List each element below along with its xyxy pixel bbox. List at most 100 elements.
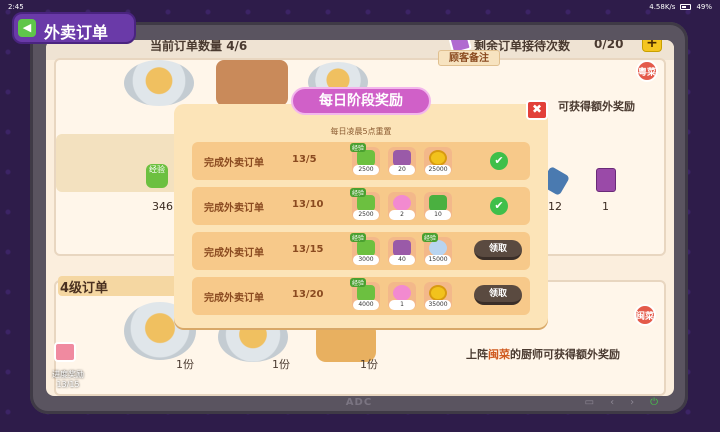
reward-exp: 经验 4000 (350, 278, 380, 310)
battery-icon (680, 4, 692, 10)
current-orders-label: 当前订单数量 (150, 40, 223, 53)
title-tab: ◀ 外卖订单 (12, 12, 136, 44)
daily-reward-modal: 每日阶段奖励 ✖ 每日凌晨5点重置 完成外卖订单 13/5 经验 2500 20 … (174, 87, 548, 328)
cuisine-tag-bottom: 闽菜 (634, 304, 656, 326)
reward-exp: 经验 2500 (350, 188, 380, 220)
reward-count: 2 (389, 210, 415, 220)
cash-icon (429, 195, 447, 211)
customer-note-label: 顾客备注 (438, 50, 500, 66)
bg-value-1: 1 (602, 200, 609, 213)
exp-icon (357, 150, 375, 166)
exp-icon (357, 285, 375, 301)
close-button[interactable]: ✖ (526, 100, 548, 120)
exp-tag: 经验 (350, 143, 367, 152)
status-right: 4.58K/s 49% (649, 3, 712, 11)
tablet-nav: ▭ ‹ › ⏻ (585, 397, 658, 408)
claim-button[interactable]: 领取 (474, 285, 522, 305)
reward-candy: 2 (388, 192, 416, 220)
status-network: 4.58K/s (649, 3, 676, 11)
reward-count: 40 (389, 255, 415, 265)
reward-count: 1 (389, 300, 415, 310)
bg-exp-badge: 经验 (146, 164, 168, 188)
reward-count: 2500 (353, 210, 379, 220)
claim-button[interactable]: 领取 (474, 240, 522, 260)
reward-count: 10 (425, 210, 451, 220)
row-task: 完成外卖订单 (204, 293, 264, 304)
page-title: 外卖订单 (44, 23, 109, 42)
note-bottom: 上阵闽菜的厨师可获得额外奖励 (466, 346, 620, 362)
portion-1: 1份 (176, 358, 194, 371)
gift-icon (54, 342, 76, 362)
reward-count: 25000 (425, 165, 451, 175)
reward-book: 20 (388, 147, 416, 175)
modal-subtitle: 每日凌晨5点重置 (330, 127, 392, 136)
reward-cash: 10 (424, 192, 452, 220)
reward-exp: 经验 2500 (350, 143, 380, 175)
bg-value-12: 12 (548, 200, 562, 213)
reward-book: 40 (388, 237, 416, 265)
coin-icon (429, 285, 447, 301)
row-progress: 13/10 (292, 199, 324, 210)
exp-tag: 经验 (350, 233, 367, 242)
note-bottom-suffix: 的厨师可获得额外奖励 (510, 348, 620, 361)
nav-forward-icon[interactable]: › (630, 397, 634, 408)
reward-row-4: 完成外卖订单 13/20 经验 4000 1 35000 领取 (192, 277, 530, 315)
candy-icon (393, 285, 411, 301)
exp-icon (357, 240, 375, 256)
note-top: 可获得额外奖励 (558, 100, 635, 113)
power-icon[interactable]: ⏻ (650, 397, 658, 408)
claimed-check-icon: ✔ (490, 152, 508, 170)
reward-count: 15000 (425, 255, 451, 265)
row-task: 完成外卖订单 (204, 248, 264, 259)
reward-cloud-exp: 经验 15000 (422, 233, 452, 265)
row-progress: 13/5 (292, 154, 317, 165)
modal-title: 每日阶段奖励 (291, 87, 431, 115)
note-bottom-prefix: 上阵 (466, 348, 488, 361)
top-bar (46, 40, 674, 60)
reward-coin: 35000 (424, 282, 452, 310)
book-icon (596, 168, 616, 192)
cuisine-tag-top: 粤菜 (636, 60, 658, 82)
exp-tag: 经验 (350, 188, 367, 197)
reward-coin: 25000 (424, 147, 452, 175)
reward-count: 4000 (353, 300, 379, 310)
note-bottom-highlight: 闽菜 (488, 348, 510, 361)
reward-row-3: 完成外卖订单 13/15 经验 3000 40 经验 15000 领取 (192, 232, 530, 270)
reward-count: 35000 (425, 300, 451, 310)
progress-reward-value: 13/15 (56, 380, 80, 389)
portion-3: 1份 (360, 358, 378, 371)
book-icon (393, 150, 411, 166)
food-fried-rice (124, 60, 194, 106)
add-orders-button[interactable]: + (642, 40, 662, 52)
level-title: 4级订单 (60, 281, 109, 296)
claimed-check-icon: ✔ (490, 197, 508, 215)
exp-icon (357, 195, 375, 211)
status-time: 2:45 (8, 3, 24, 11)
exp-tag: 经验 (422, 233, 439, 242)
progress-reward-title: 进度奖励 (52, 370, 84, 379)
bg-exp-value: 346 (152, 200, 173, 213)
reward-count: 20 (389, 165, 415, 175)
candy-icon (393, 195, 411, 211)
reward-count: 3000 (353, 255, 379, 265)
nav-back-icon[interactable]: ‹ (610, 397, 614, 408)
back-button[interactable]: ◀ (18, 19, 36, 37)
coin-icon (429, 150, 447, 166)
progress-reward-label: 进度奖励 13/15 (44, 370, 92, 390)
row-progress: 13/15 (292, 244, 324, 255)
status-battery: 49% (696, 3, 712, 11)
remaining-value: 0/20 (594, 40, 624, 51)
progress-reward-gift[interactable] (48, 342, 78, 370)
book-icon (393, 240, 411, 256)
reward-row-1: 完成外卖订单 13/5 经验 2500 20 25000 ✔ (192, 142, 530, 180)
reward-count: 2500 (353, 165, 379, 175)
reward-row-2: 完成外卖订单 13/10 经验 2500 2 10 ✔ (192, 187, 530, 225)
row-task: 完成外卖订单 (204, 158, 264, 169)
reward-candy: 1 (388, 282, 416, 310)
reward-exp: 经验 3000 (350, 233, 380, 265)
current-orders: 当前订单数量 4/6 (150, 40, 247, 54)
portion-2: 1份 (272, 358, 290, 371)
nav-recent-icon[interactable]: ▭ (585, 397, 594, 408)
exp-tag: 经验 (350, 278, 367, 287)
cloud-icon (429, 240, 447, 256)
